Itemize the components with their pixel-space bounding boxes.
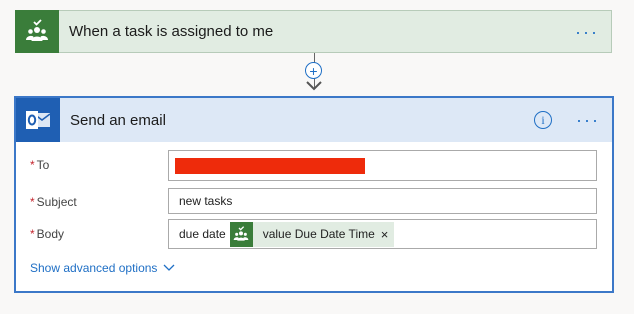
body-text: due date	[179, 227, 226, 241]
remove-token-icon[interactable]: ×	[381, 227, 389, 242]
redacted-recipient	[175, 157, 365, 174]
planner-task-icon	[229, 221, 253, 247]
action-more-menu-icon[interactable]: ···	[576, 111, 600, 129]
action-title: Send an email	[70, 111, 166, 129]
info-icon[interactable]: i	[534, 111, 553, 129]
action-header[interactable]: Send an email i ···	[16, 98, 612, 142]
subject-field[interactable]: new tasks	[168, 188, 597, 214]
chevron-down-icon	[163, 264, 175, 271]
advanced-options-label: Show advanced options	[30, 261, 158, 275]
dynamic-content-token[interactable]: value Due Date Time ×	[229, 221, 395, 247]
to-field[interactable]	[168, 150, 597, 181]
required-marker: *	[30, 195, 35, 209]
required-marker: *	[30, 227, 35, 241]
trigger-title: When a task is assigned to me	[69, 23, 274, 40]
subject-label: * Subject	[30, 195, 77, 209]
trigger-card[interactable]: When a task is assigned to me ···	[15, 9, 612, 53]
to-label: * To	[30, 158, 49, 172]
required-marker: *	[30, 158, 35, 172]
trigger-more-menu-icon[interactable]: ···	[575, 23, 599, 41]
body-label: * Body	[30, 227, 64, 241]
arrow-down-icon	[306, 81, 322, 91]
body-field[interactable]: due date value Due Date Time ×	[168, 219, 597, 249]
subject-value: new tasks	[179, 194, 233, 208]
outlook-icon	[16, 98, 60, 142]
show-advanced-options-link[interactable]: Show advanced options	[30, 261, 175, 275]
to-label-text: To	[36, 158, 50, 172]
send-email-action-card[interactable]: Send an email i ··· * To * Subject new tas…	[14, 96, 614, 293]
token-label: value Due Date Time	[262, 227, 375, 241]
planner-task-icon	[15, 9, 59, 53]
add-step-button[interactable]: +	[305, 62, 322, 79]
body-label-text: Body	[36, 227, 65, 241]
subject-label-text: Subject	[36, 195, 77, 209]
